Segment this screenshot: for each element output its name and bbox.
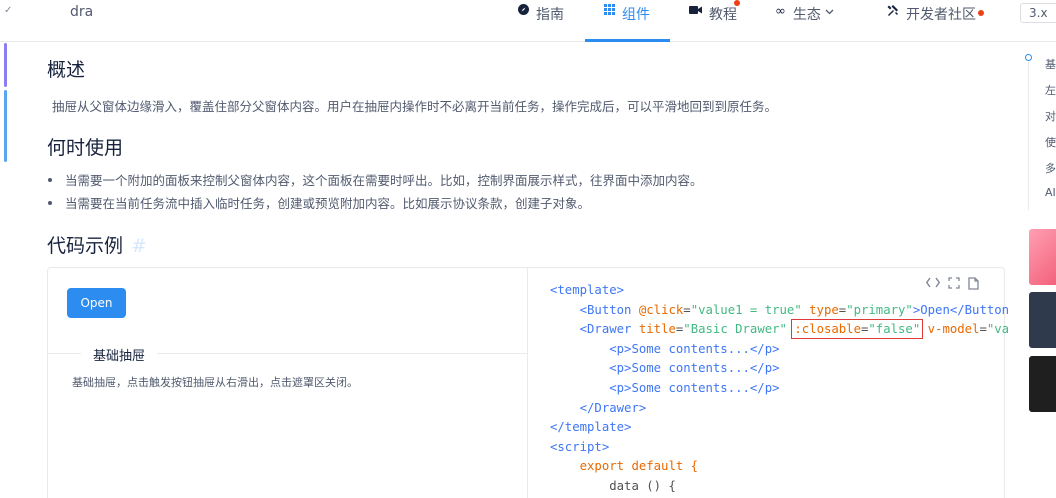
nav-community-label: 开发者社区 xyxy=(906,7,976,23)
toc-item[interactable]: 对 xyxy=(1045,108,1056,134)
overview-text: 抽屉从父窗体边缘滑入，覆盖住部分父窗体内容。用户在抽屉内操作时不必离开当前任务，… xyxy=(52,99,778,114)
nav-guide[interactable]: 指南 xyxy=(518,0,564,42)
sidebar-scroll-mark xyxy=(4,90,7,162)
new-badge-dot xyxy=(734,0,740,6)
ad-banner[interactable] xyxy=(1029,356,1056,412)
version-select[interactable]: 3.x xyxy=(1020,3,1056,23)
notification-dot xyxy=(978,10,984,16)
nav-guide-label: 指南 xyxy=(536,7,564,23)
demo-divider xyxy=(527,268,528,498)
grid-icon xyxy=(604,4,615,18)
open-button[interactable]: Open xyxy=(67,288,126,318)
toc-item[interactable]: 使 xyxy=(1045,134,1056,160)
toc-track xyxy=(1028,62,1029,210)
list-item: 当需要在当前任务流中插入临时任务，创建或预览附加内容。比如展示协议条款，创建子对… xyxy=(47,193,703,216)
ad-banner[interactable] xyxy=(1029,229,1056,285)
nav-tutorial-label: 教程 xyxy=(709,7,737,23)
chevron-down-icon[interactable]: ✓ xyxy=(4,5,12,16)
search-input[interactable]: dra xyxy=(70,4,93,20)
overview-heading: 概述 xyxy=(47,59,86,81)
nav-community[interactable]: 开发者社区 xyxy=(886,0,976,42)
ad-banner[interactable] xyxy=(1029,292,1056,348)
video-icon xyxy=(689,4,702,18)
demo-card: Open 基础抽屉 基础抽屉，点击触发按钮抽屉从右滑出，点击遮罩区关闭。 <te… xyxy=(47,267,1009,498)
toc-item[interactable]: 基 xyxy=(1045,56,1056,82)
nav-tutorial[interactable]: 教程 xyxy=(689,0,737,42)
toc-indicator xyxy=(1025,54,1032,61)
demo-title: 基础抽屉 xyxy=(81,345,158,364)
anchor-link[interactable]: # xyxy=(131,235,147,257)
code-block: <template> <Button @click="value1 = true… xyxy=(550,283,1010,493)
tools-icon xyxy=(886,4,899,20)
highlight-box: :closable="false" xyxy=(791,319,924,340)
toc-item[interactable]: 左 xyxy=(1045,82,1056,108)
chevron-down-icon xyxy=(825,4,834,18)
toc-item[interactable]: 多 xyxy=(1045,160,1056,186)
sidebar-scroll-mark xyxy=(4,43,7,87)
infinity-icon: ∞ xyxy=(775,4,786,19)
compass-icon xyxy=(518,4,529,18)
active-tab-indicator xyxy=(585,39,670,42)
toc-list: 基 左 对 使 多 AI xyxy=(1045,56,1056,212)
nav-ecosystem[interactable]: ∞ 生态 xyxy=(775,0,834,42)
nav-components-label: 组件 xyxy=(622,7,650,23)
examples-heading-text: 代码示例 xyxy=(47,235,124,257)
when-to-use-list: 当需要一个附加的面板来控制父窗体内容，这个面板在需要时呼出。比如，控制界面展示样… xyxy=(47,170,703,216)
toc-item[interactable]: AI xyxy=(1045,186,1056,212)
list-item: 当需要一个附加的面板来控制父窗体内容，这个面板在需要时呼出。比如，控制界面展示样… xyxy=(47,170,703,193)
examples-heading: 代码示例 # xyxy=(47,231,147,258)
when-to-use-heading: 何时使用 xyxy=(47,137,124,159)
nav-ecosystem-label: 生态 xyxy=(792,7,821,23)
demo-description: 基础抽屉，点击触发按钮抽屉从右滑出，点击遮罩区关闭。 xyxy=(72,376,358,389)
top-navbar: ✓ dra 指南 组件 教程 ∞ 生态 开发者社区 3.x xyxy=(0,0,1056,42)
nav-components[interactable]: 组件 xyxy=(604,0,650,42)
